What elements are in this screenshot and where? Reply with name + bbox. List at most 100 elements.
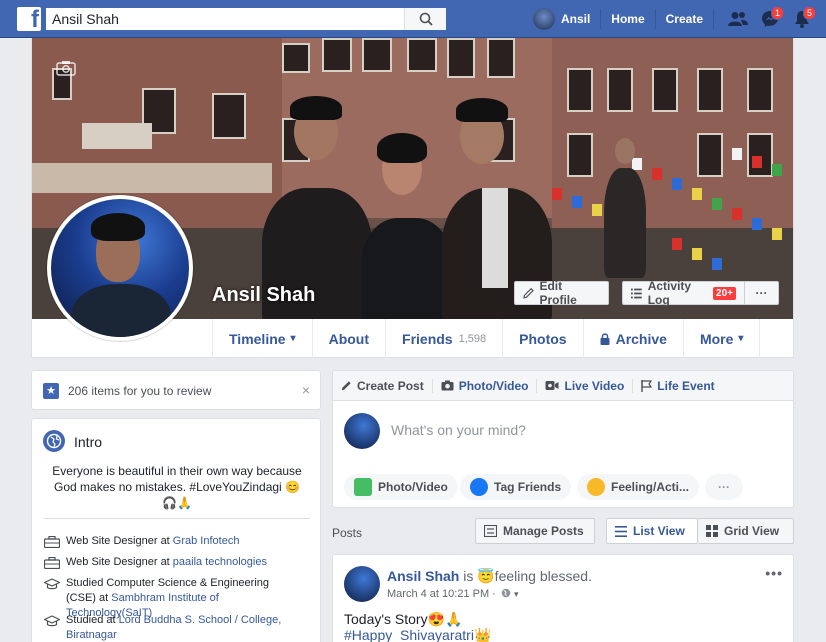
- posts-section-title: Posts: [332, 526, 363, 540]
- photo-video-button[interactable]: Photo/Video: [344, 474, 458, 500]
- company-link[interactable]: Grab Infotech: [173, 535, 240, 547]
- lock-icon: [600, 332, 610, 345]
- tag-friends-icon: [470, 478, 488, 496]
- tab-photos[interactable]: Photos: [502, 319, 582, 358]
- create-post-tab[interactable]: Create Post: [333, 378, 433, 393]
- camera-icon: [441, 380, 454, 391]
- intro-item-prefix: Web Site Designer at: [66, 556, 173, 568]
- post-composer: Create Post Photo/Video Live Video Life …: [332, 370, 794, 508]
- intro-card: Intro Everyone is beautiful in their own…: [31, 418, 321, 642]
- friends-icon: [728, 12, 748, 26]
- hashtag-link[interactable]: #Happy_Shivayaratri👑: [344, 627, 491, 642]
- live-video-label: Live Video: [564, 378, 625, 393]
- post-options-button[interactable]: •••: [765, 565, 783, 581]
- notifications-badge: 5: [802, 6, 816, 20]
- post-meta: March 4 at 10:21 PM · ▾: [387, 588, 518, 600]
- post-timestamp[interactable]: March 4 at 10:21 PM ·: [387, 588, 496, 600]
- tab-timeline-label: Timeline: [229, 330, 286, 347]
- home-link[interactable]: Home: [601, 9, 656, 29]
- camera-icon[interactable]: [56, 60, 76, 76]
- list-icon: [615, 525, 627, 537]
- avatar[interactable]: [344, 566, 380, 602]
- friend-requests-button[interactable]: [722, 0, 754, 38]
- composer-tabs: Create Post Photo/Video Live Video Life …: [333, 371, 793, 401]
- list-view-button[interactable]: List View: [606, 518, 698, 544]
- composer-more-button[interactable]: ···: [705, 474, 743, 500]
- pencil-icon: [523, 287, 534, 299]
- whats-on-your-mind-input[interactable]: What's on your mind?: [391, 422, 526, 438]
- tag-friends-button[interactable]: Tag Friends: [460, 474, 572, 500]
- search-button[interactable]: [404, 8, 446, 30]
- graduation-cap-icon: [44, 615, 60, 627]
- post-author-link[interactable]: Ansil Shah: [387, 568, 459, 584]
- feed-post: Ansil Shah is 😇feeling blessed. March 4 …: [332, 554, 794, 642]
- manage-posts-button[interactable]: Manage Posts: [475, 518, 595, 544]
- avatar: [532, 8, 555, 30]
- tab-about[interactable]: About: [311, 319, 385, 358]
- profile-picture[interactable]: [47, 195, 193, 341]
- intro-education-item: Studied at Lord Buddha S. School / Colle…: [44, 613, 294, 642]
- friends-count: 1,598: [458, 332, 487, 345]
- photo-icon: [354, 478, 372, 496]
- flag-icon: [641, 379, 653, 392]
- chevron-down-icon[interactable]: ▾: [514, 589, 519, 599]
- profile-name[interactable]: Ansil Shah: [212, 284, 315, 307]
- feeling-activity-label: Feeling/Acti...: [610, 480, 689, 494]
- list-icon: [631, 288, 642, 298]
- tab-friends[interactable]: Friends 1,598: [385, 319, 502, 358]
- tab-archive[interactable]: Archive: [582, 319, 683, 358]
- star-icon: ★: [43, 383, 59, 399]
- tag-friends-label: Tag Friends: [494, 480, 562, 494]
- grid-icon: [706, 525, 718, 537]
- manage-posts-label: Manage Posts: [503, 524, 584, 538]
- messages-button[interactable]: 1: [754, 0, 786, 38]
- chevron-down-icon: ▾: [738, 333, 744, 344]
- activity-log-button[interactable]: Activity Log 20+: [622, 279, 744, 307]
- life-event-label: Life Event: [657, 378, 715, 393]
- nav-profile-link[interactable]: Ansil: [532, 8, 602, 30]
- feeling-activity-button[interactable]: Feeling/Acti...: [577, 474, 699, 500]
- tab-timeline[interactable]: Timeline ▾: [212, 319, 312, 358]
- globe-icon[interactable]: [501, 588, 511, 598]
- edit-profile-button[interactable]: Edit Profile: [514, 279, 609, 307]
- briefcase-icon: [44, 536, 60, 548]
- profile-header: Ansil Shah Edit Profile Activity Log 20+…: [31, 38, 794, 358]
- intro-bio: Everyone is beautiful in their own way b…: [52, 464, 302, 510]
- grid-view-label: Grid View: [724, 524, 780, 538]
- post-content: Today's Story😍🙏 #Happy_Shivayaratri👑: [344, 611, 491, 642]
- post-header: Ansil Shah is 😇feeling blessed.: [387, 568, 592, 585]
- video-camera-icon: [545, 381, 559, 390]
- post-status-text: is 😇feeling blessed.: [459, 568, 592, 584]
- top-navigation-bar: f Ansil Home Create 1 5: [0, 0, 826, 38]
- profile-more-button[interactable]: ···: [744, 281, 779, 305]
- pencil-icon: [341, 381, 351, 391]
- create-link[interactable]: Create: [656, 9, 714, 29]
- smiley-icon: [587, 478, 605, 496]
- grid-view-button[interactable]: Grid View: [698, 518, 794, 544]
- create-post-label: Create Post: [357, 378, 424, 393]
- tab-more[interactable]: More ▾: [682, 319, 761, 358]
- tab-archive-label: Archive: [615, 330, 667, 347]
- edit-profile-label: Edit Profile: [539, 279, 577, 307]
- messages-badge: 1: [770, 6, 784, 20]
- intro-item-prefix: Web Site Designer at: [66, 535, 173, 547]
- tab-friends-label: Friends: [402, 330, 453, 347]
- settings-sliders-icon: [484, 525, 497, 537]
- search-input[interactable]: [46, 8, 404, 30]
- graduation-cap-icon: [44, 578, 60, 590]
- live-video-tab[interactable]: Live Video: [537, 378, 634, 393]
- intro-work-item: Web Site Designer at paaila technologies: [44, 555, 267, 570]
- photo-video-tab[interactable]: Photo/Video: [433, 378, 538, 393]
- close-icon[interactable]: ×: [302, 382, 310, 398]
- post-text-line: Today's Story😍🙏: [344, 611, 463, 627]
- life-event-tab[interactable]: Life Event: [633, 379, 722, 393]
- activity-log-count-badge: 20+: [713, 286, 736, 300]
- company-link[interactable]: paaila technologies: [173, 556, 267, 568]
- avatar: [344, 413, 380, 449]
- facebook-logo-icon[interactable]: f: [17, 7, 41, 31]
- review-items-card[interactable]: ★ 206 items for you to review ×: [31, 370, 321, 410]
- globe-icon: [43, 430, 65, 452]
- notifications-button[interactable]: 5: [786, 0, 818, 38]
- search-icon: [419, 12, 433, 26]
- briefcase-icon: [44, 557, 60, 569]
